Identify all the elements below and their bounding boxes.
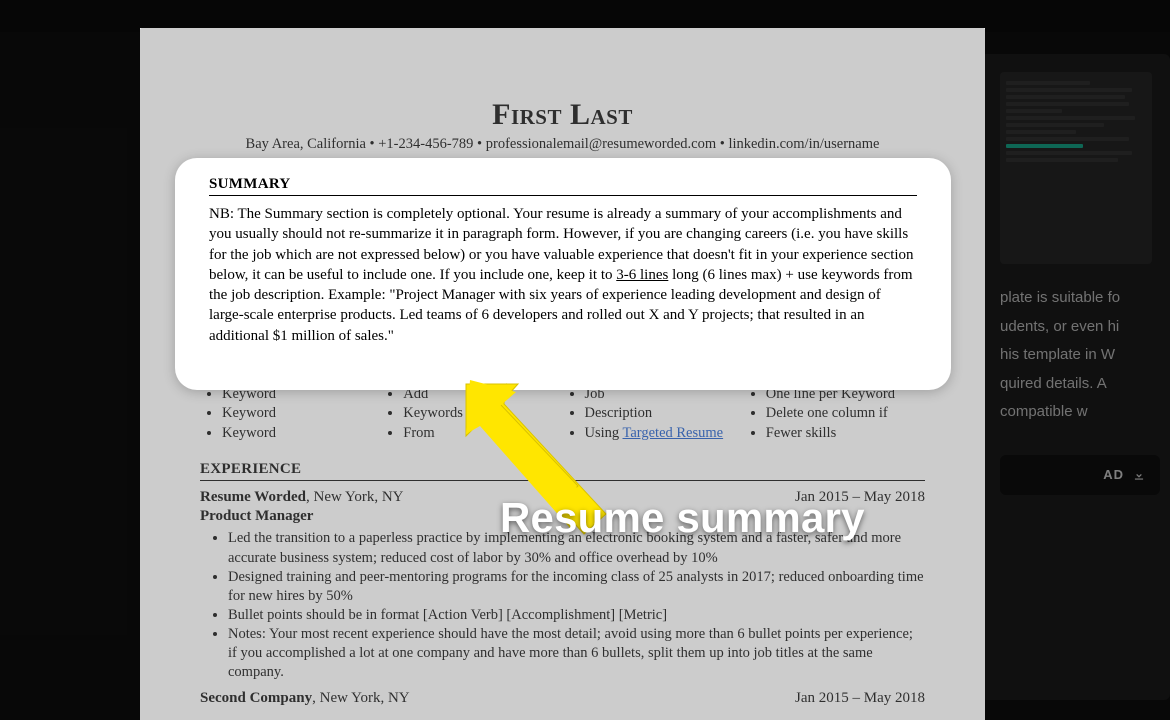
stage: plate is suitable fo udents, or even hi … xyxy=(0,0,1170,720)
targeted-resume-link[interactable]: Targeted Resume xyxy=(623,425,724,441)
summary-body-spot: NB: The Summary section is completely op… xyxy=(209,204,917,346)
job-dates: Jan 2015 – May 2018 xyxy=(795,690,925,707)
section-heading-summary-spot: SUMMARY xyxy=(209,176,917,196)
job-company-line: Second Company, New York, NY xyxy=(200,690,410,707)
list-item: Fewer skills xyxy=(766,424,925,444)
list-item: Keyword xyxy=(222,404,381,424)
job-2: Second Company, New York, NY Jan 2015 – … xyxy=(200,690,925,707)
list-item: Delete one column if xyxy=(766,404,925,424)
job-bullets: Led the transition to a paperless practi… xyxy=(200,529,925,682)
resume-name: First Last xyxy=(200,98,925,132)
skills-col-1: Keyword Keyword Keyword xyxy=(200,385,381,444)
list-item: From xyxy=(403,424,562,444)
skills-col-3: Job Description Using Targeted Resume xyxy=(563,385,744,444)
list-item: Using Targeted Resume xyxy=(585,424,744,444)
list-item: Notes: Your most recent experience shoul… xyxy=(228,625,925,682)
section-heading-experience: EXPERIENCE xyxy=(200,461,925,481)
job-company-line: Resume Worded, New York, NY xyxy=(200,489,404,506)
list-item: Keyword xyxy=(222,424,381,444)
list-item: Description xyxy=(585,404,744,424)
resume-contact-line: Bay Area, California • +1-234-456-789 • … xyxy=(200,136,925,153)
callout-label: Resume summary xyxy=(500,494,865,542)
skills-col-2: Add Keywords From xyxy=(381,385,562,444)
list-item: Bullet points should be in format [Actio… xyxy=(228,606,925,625)
skills-grid: Keyword Keyword Keyword Add Keywords Fro… xyxy=(200,385,925,444)
skills-col-4: One line per Keyword Delete one column i… xyxy=(744,385,925,444)
list-item: Keywords xyxy=(403,404,562,424)
list-item: Designed training and peer-mentoring pro… xyxy=(228,568,925,606)
summary-spotlight: SUMMARY NB: The Summary section is compl… xyxy=(175,158,951,390)
